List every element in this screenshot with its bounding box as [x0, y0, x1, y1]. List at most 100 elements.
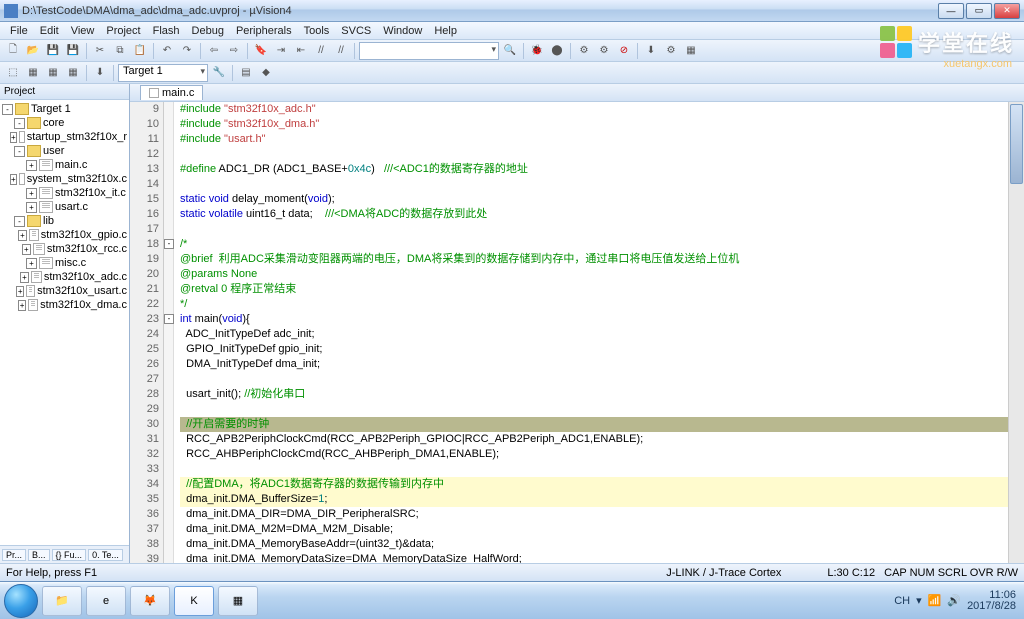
maximize-button[interactable]: ▭ [966, 3, 992, 19]
menu-edit[interactable]: Edit [34, 25, 65, 37]
tray-network-icon[interactable]: 📶 [928, 594, 942, 607]
task-explorer[interactable]: 📁 [42, 586, 82, 616]
build-icon[interactable]: ⚙ [575, 42, 593, 60]
title-bar: D:\TestCode\DMA\dma_adc\dma_adc.uvproj -… [0, 0, 1024, 22]
new-file-icon[interactable]: 🗋 [4, 42, 22, 60]
file-icon [149, 88, 159, 98]
project-tab[interactable]: 0. Te... [88, 549, 123, 561]
fold-column[interactable] [164, 102, 174, 563]
menu-file[interactable]: File [4, 25, 34, 37]
status-cursor-pos: L:30 C:12 [827, 567, 875, 579]
menu-flash[interactable]: Flash [147, 25, 186, 37]
tree-item[interactable]: +stm32f10x_it.c [2, 186, 127, 200]
target-select[interactable]: Target 1 [118, 64, 208, 82]
save-icon[interactable]: 💾 [44, 42, 62, 60]
menu-peripherals[interactable]: Peripherals [230, 25, 298, 37]
window-title: D:\TestCode\DMA\dma_adc\dma_adc.uvproj -… [22, 5, 938, 17]
project-tabs[interactable]: Pr...B...{} Fu...0. Te... [0, 545, 129, 563]
editor-tab-main[interactable]: main.c [140, 85, 203, 100]
tree-item[interactable]: +main.c [2, 158, 127, 172]
manage-icon[interactable]: ▦ [682, 42, 700, 60]
menu-tools[interactable]: Tools [298, 25, 336, 37]
minimize-button[interactable]: — [938, 3, 964, 19]
task-keil[interactable]: K [174, 586, 214, 616]
tree-item[interactable]: +stm32f10x_adc.c [2, 270, 127, 284]
task-firefox[interactable]: 🦊 [130, 586, 170, 616]
find-icon[interactable]: 🔍 [501, 42, 519, 60]
comment-icon[interactable]: // [312, 42, 330, 60]
copy-icon[interactable]: ⧉ [111, 42, 129, 60]
tree-item[interactable]: -lib [2, 214, 127, 228]
open-file-icon[interactable]: 📂 [24, 42, 42, 60]
tree-item[interactable]: +startup_stm32f10x_r [2, 130, 127, 144]
menu-window[interactable]: Window [377, 25, 428, 37]
task-app[interactable]: ▦ [218, 586, 258, 616]
menu-view[interactable]: View [65, 25, 101, 37]
cut-icon[interactable]: ✂ [91, 42, 109, 60]
stop-icon[interactable]: ⊘ [615, 42, 633, 60]
project-tree[interactable]: -Target 1-core+startup_stm32f10x_r-user+… [0, 100, 129, 545]
tree-item[interactable]: +stm32f10x_dma.c [2, 298, 127, 312]
taskbar[interactable]: 📁 e 🦊 K ▦ CH ▾ 📶 🔊 11:06 2017/8/28 [0, 581, 1024, 619]
target-options-icon[interactable]: 🔧 [210, 64, 228, 82]
menu-debug[interactable]: Debug [186, 25, 230, 37]
outdent-icon[interactable]: ⇤ [292, 42, 310, 60]
load-icon[interactable]: ⬇ [91, 64, 109, 82]
manage-rte-icon[interactable]: ◆ [257, 64, 275, 82]
start-button[interactable] [4, 584, 38, 618]
tree-item[interactable]: +stm32f10x_gpio.c [2, 228, 127, 242]
rebuild-all-icon[interactable]: ▦ [44, 64, 62, 82]
status-bar: For Help, press F1 J-LINK / J-Trace Cort… [0, 563, 1024, 581]
tray-volume-icon[interactable]: 🔊 [947, 594, 961, 607]
system-tray[interactable]: CH ▾ 📶 🔊 11:06 2017/8/28 [894, 590, 1020, 612]
menu-help[interactable]: Help [428, 25, 463, 37]
find-combo[interactable] [359, 42, 499, 60]
batch-build-icon[interactable]: ▦ [64, 64, 82, 82]
bookmark-icon[interactable]: 🔖 [252, 42, 270, 60]
project-tab[interactable]: {} Fu... [52, 549, 87, 561]
vertical-scrollbar[interactable] [1008, 102, 1024, 563]
editor-area: main.c 910111213141516171819202122232425… [130, 84, 1024, 563]
close-button[interactable]: ✕ [994, 3, 1020, 19]
paste-icon[interactable]: 📋 [131, 42, 149, 60]
project-tab[interactable]: B... [28, 549, 50, 561]
redo-icon[interactable]: ↷ [178, 42, 196, 60]
manage-components-icon[interactable]: ▤ [237, 64, 255, 82]
tree-item[interactable]: -core [2, 116, 127, 130]
tree-item[interactable]: -Target 1 [2, 102, 127, 116]
nav-fwd-icon[interactable]: ⇨ [225, 42, 243, 60]
uncomment-icon[interactable]: // [332, 42, 350, 60]
menu-project[interactable]: Project [100, 25, 146, 37]
save-all-icon[interactable]: 💾 [64, 42, 82, 60]
translate-icon[interactable]: ⬚ [4, 64, 22, 82]
tree-item[interactable]: -user [2, 144, 127, 158]
tree-item[interactable]: +usart.c [2, 200, 127, 214]
task-ie[interactable]: e [86, 586, 126, 616]
rebuild-icon[interactable]: ⚙ [595, 42, 613, 60]
code-lines[interactable]: #include "stm32f10x_adc.h"#include "stm3… [174, 102, 1008, 563]
debug-icon[interactable]: 🐞 [528, 42, 546, 60]
status-caps: CAP NUM SCRL OVR R/W [884, 567, 1018, 579]
options-icon[interactable]: ⚙ [662, 42, 680, 60]
tree-item[interactable]: +system_stm32f10x.c [2, 172, 127, 186]
menu-svcs[interactable]: SVCS [335, 25, 377, 37]
tray-clock[interactable]: 11:06 2017/8/28 [967, 590, 1016, 612]
ime-indicator[interactable]: CH [894, 595, 910, 607]
toolbar-build: ⬚ ▦ ▦ ▦ ⬇ Target 1 🔧 ▤ ◆ [0, 62, 1024, 84]
tree-item[interactable]: +misc.c [2, 256, 127, 270]
toolbar-standard: 🗋 📂 💾 💾 ✂ ⧉ 📋 ↶ ↷ ⇦ ⇨ 🔖 ⇥ ⇤ // // 🔍 🐞 ⬤ … [0, 40, 1024, 62]
build-target-icon[interactable]: ▦ [24, 64, 42, 82]
tree-item[interactable]: +stm32f10x_rcc.c [2, 242, 127, 256]
project-tab[interactable]: Pr... [2, 549, 26, 561]
indent-icon[interactable]: ⇥ [272, 42, 290, 60]
breakpoint-icon[interactable]: ⬤ [548, 42, 566, 60]
undo-icon[interactable]: ↶ [158, 42, 176, 60]
tray-flag-icon[interactable]: ▾ [916, 594, 922, 607]
editor-tab-label: main.c [162, 87, 194, 99]
tree-item[interactable]: +stm32f10x_usart.c [2, 284, 127, 298]
nav-back-icon[interactable]: ⇦ [205, 42, 223, 60]
editor-tabstrip: main.c [130, 84, 1024, 102]
download-icon[interactable]: ⬇ [642, 42, 660, 60]
scroll-thumb[interactable] [1010, 104, 1023, 184]
code-editor[interactable]: 9101112131415161718192021222324252627282… [130, 102, 1024, 563]
